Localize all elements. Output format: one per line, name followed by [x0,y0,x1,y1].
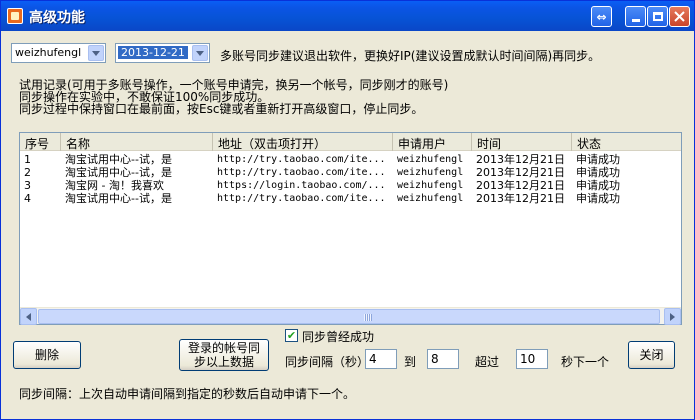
swap-arrows-icon: ⇔ [596,9,607,24]
cell-name: 淘宝网 - 淘！我喜欢 [65,179,164,192]
app-icon [7,8,23,24]
swap-button[interactable]: ⇔ [591,6,612,27]
title-bar[interactable]: 高级功能 ⇔ [1,1,694,31]
sync-button-label-line1: 登录的帐号同 [187,341,260,355]
cell-index: 1 [24,153,31,166]
cell-url[interactable]: http://try.taobao.com/ite... [213,153,393,166]
cell-name: 淘宝试用中心--试，是 [65,153,172,166]
sync-success-label: 同步曾经成功 [302,330,375,344]
cell-user: weizhufengl [397,167,464,178]
interval-to-input[interactable]: 8 [427,349,459,369]
cell-url[interactable]: http://try.taobao.com/ite... [213,192,393,205]
cell-name: 淘宝试用中心--试，是 [65,166,172,179]
cell-index: 2 [24,166,31,179]
interval-label: 同步间隔（秒） [285,355,370,369]
cell-url[interactable]: https://login.taobao.com/... [213,179,393,192]
column-header[interactable]: 地址（双击项打开） [213,133,393,151]
to-label: 到 [404,355,417,369]
footer-hint: 同步间隔：上次自动申请间隔到指定的秒数后自动申请下一个。 [19,387,356,401]
window-title: 高级功能 [29,10,85,26]
minimize-icon [631,19,640,22]
table-header: 序号 名称 地址（双击项打开） 申请用户 时间 状态 [20,133,681,151]
info-line-3: 同步过程中保持窗口在最前面，按Esc键或者重新打开高级窗口，停止同步。 [19,102,424,116]
maximize-button[interactable] [647,6,668,27]
account-select-value: weizhufengl [15,46,82,59]
column-header[interactable]: 序号 [20,133,61,151]
close-button[interactable]: 关闭 [628,341,675,369]
next-label: 秒下一个 [561,355,610,369]
sync-notice: 多账号同步建议退出软件，更换好IP(建议设置成默认时间间隔)再同步。 [220,49,601,63]
chevron-down-icon[interactable] [88,45,104,61]
advanced-window: 高级功能 ⇔ weizhufengl 2013-12-21 多账号同步建议退出软… [0,0,695,420]
checkmark-icon: ✔ [286,329,297,342]
date-picker[interactable]: 2013-12-21 [115,43,210,63]
close-button-label: 关闭 [639,348,664,362]
cell-index: 3 [24,179,31,192]
delete-button[interactable]: 删除 [13,341,81,369]
table-row[interactable]: 4 淘宝试用中心--试，是 http://try.taobao.com/ite.… [20,192,681,205]
scroll-thumb[interactable] [38,309,660,324]
chevron-down-icon[interactable] [192,45,208,61]
horizontal-scrollbar[interactable] [20,307,681,325]
table-row[interactable]: 1 淘宝试用中心--试，是 http://try.taobao.com/ite.… [20,153,681,166]
maximize-icon [652,12,663,21]
scroll-left-icon[interactable] [20,308,37,325]
sync-accounts-button[interactable]: 登录的帐号同 步以上数据 [179,339,269,371]
cell-time: 2013年12月21日 [476,153,565,166]
cell-index: 4 [24,192,31,205]
sync-success-checkbox[interactable]: ✔ [285,329,298,342]
cell-user: weizhufengl [397,193,464,204]
account-select[interactable]: weizhufengl [11,43,106,63]
cell-url[interactable]: http://try.taobao.com/ite... [213,166,393,179]
column-header[interactable]: 申请用户 [393,133,472,151]
over-seconds-input[interactable]: 10 [516,349,548,369]
delete-button-label: 删除 [34,348,59,362]
cell-time: 2013年12月21日 [476,179,565,192]
table-row[interactable]: 3 淘宝网 - 淘！我喜欢 https://login.taobao.com/.… [20,179,681,192]
cell-user: weizhufengl [397,180,464,191]
cell-status: 申请成功 [576,166,620,179]
interval-from-input[interactable]: 4 [365,349,397,369]
column-header[interactable]: 名称 [61,133,213,151]
cell-status: 申请成功 [576,153,620,166]
table-row[interactable]: 2 淘宝试用中心--试，是 http://try.taobao.com/ite.… [20,166,681,179]
cell-name: 淘宝试用中心--试，是 [65,192,172,205]
sync-button-label-line2: 步以上数据 [193,355,254,369]
column-header[interactable]: 状态 [572,133,681,151]
cell-time: 2013年12月21日 [476,192,565,205]
close-icon [674,11,685,22]
close-window-button[interactable] [669,6,690,27]
cell-status: 申请成功 [576,179,620,192]
cell-status: 申请成功 [576,192,620,205]
date-picker-value: 2013-12-21 [118,46,188,59]
scroll-right-icon[interactable] [664,308,681,325]
minimize-button[interactable] [625,6,646,27]
column-header[interactable]: 时间 [472,133,572,151]
cell-time: 2013年12月21日 [476,166,565,179]
cell-user: weizhufengl [397,154,464,165]
scroll-grip-icon [364,314,372,321]
over-label: 超过 [475,355,500,369]
records-table[interactable]: 序号 名称 地址（双击项打开） 申请用户 时间 状态 1 淘宝试用中心--试，是… [19,132,682,325]
